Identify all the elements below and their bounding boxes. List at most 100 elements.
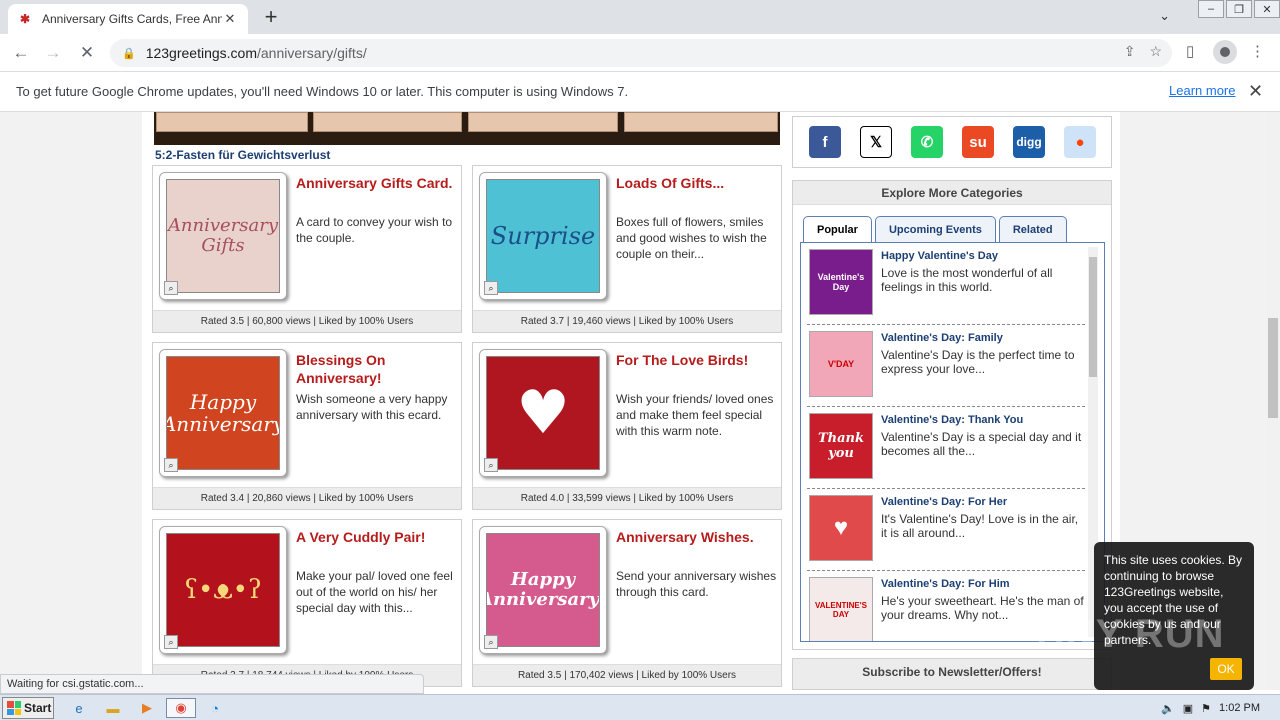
list-thumbnail[interactable]: ♥ xyxy=(809,495,873,561)
card-item[interactable]: ʕ•ᴥ•ʔ ⌕ A Very Cuddly Pair! Make your pal… xyxy=(152,519,462,687)
action-center-flag-icon[interactable]: ⚑ xyxy=(1201,702,1211,715)
ad-banner[interactable] xyxy=(154,112,780,145)
card-stats: Rated 3.4 | 20,860 views | Liked by 100%… xyxy=(153,487,461,509)
list-item-title[interactable]: Valentine's Day: For Him xyxy=(881,578,1010,590)
list-thumbnail[interactable]: Valentine's Day xyxy=(809,249,873,315)
digg-icon[interactable]: digg xyxy=(1013,126,1045,158)
system-tray: 🔈 ▣ ⚑ 1:02 PM xyxy=(1161,695,1280,720)
close-window-icon[interactable]: ✕ xyxy=(1254,0,1280,18)
share-bar: f 𝕏 ✆ su digg ● xyxy=(792,116,1112,168)
explorer-folder-icon[interactable]: ▬ xyxy=(102,698,124,718)
tab-related[interactable]: Related xyxy=(998,216,1067,242)
content-area: 5:2-Fasten für Gewichtsverlust Anniversa… xyxy=(142,112,1120,690)
start-button[interactable]: Start xyxy=(2,697,54,719)
card-title[interactable]: For The Love Birds! xyxy=(616,351,776,369)
card-thumbnail[interactable]: ʕ•ᴥ•ʔ xyxy=(166,533,280,647)
list-thumbnail[interactable]: V'DAY xyxy=(809,331,873,397)
cookie-ok-button[interactable]: OK xyxy=(1210,658,1242,680)
card-thumbnail[interactable]: ♥ xyxy=(486,356,600,470)
card-item[interactable]: Happy Anniversary!⌕ Anniversary Wishes. … xyxy=(472,519,782,687)
card-thumbnail[interactable]: Happy Anniversary! xyxy=(486,533,600,647)
tab-strip: ✱ Anniversary Gifts Cards, Free Anniv ✕ … xyxy=(0,0,1280,34)
card-thumbnail[interactable]: Happy Anniversary xyxy=(166,356,280,470)
explore-heading: Explore More Categories xyxy=(793,181,1111,205)
list-item-title[interactable]: Valentine's Day: For Her xyxy=(881,496,1007,508)
stop-loading-icon[interactable]: ✕ xyxy=(76,42,98,64)
tab-upcoming-events[interactable]: Upcoming Events xyxy=(874,216,996,242)
list-item[interactable]: Valentine's Day Happy Valentine's Day Lo… xyxy=(807,243,1085,325)
card-item[interactable]: Anniversary Gifts ⌕ Anniversary Gifts Car… xyxy=(152,165,462,333)
list-thumbnail[interactable]: Thank you xyxy=(809,413,873,479)
site-favicon-icon: ✱ xyxy=(19,12,31,26)
list-item-title[interactable]: Happy Valentine's Day xyxy=(881,250,998,262)
list-item-title[interactable]: Valentine's Day: Family xyxy=(881,332,1003,344)
list-item[interactable]: ♥ Valentine's Day: For Her It's Valentin… xyxy=(807,489,1085,571)
chrome-taskbar-icon[interactable]: ◉ xyxy=(166,698,196,718)
ie-icon[interactable]: e xyxy=(68,698,90,718)
list-item[interactable]: V'DAY Valentine's Day: Family Valentine'… xyxy=(807,325,1085,407)
browser-tab[interactable]: ✱ Anniversary Gifts Cards, Free Anniv ✕ xyxy=(8,4,248,34)
bookmark-star-icon[interactable]: ☆ xyxy=(1149,43,1162,60)
whatsapp-icon[interactable]: ✆ xyxy=(911,126,943,158)
card-stats: Rated 3.7 | 19,460 views | Liked by 100%… xyxy=(473,310,781,332)
card-title[interactable]: Anniversary Wishes. xyxy=(616,528,776,546)
zoom-icon[interactable]: ⌕ xyxy=(164,458,178,472)
list-item-desc: Love is the most wonderful of all feelin… xyxy=(881,266,1053,294)
list-item-title[interactable]: Valentine's Day: Thank You xyxy=(881,414,1023,426)
menu-kebab-icon[interactable]: ⋮ xyxy=(1250,42,1265,60)
category-tabs: Popular Upcoming Events Related xyxy=(803,216,1070,242)
card-title[interactable]: Loads Of Gifts... xyxy=(616,174,776,192)
card-item[interactable]: Surprise ⌕ Loads Of Gifts... Boxes full o… xyxy=(472,165,782,333)
subscribe-heading[interactable]: Subscribe to Newsletter/Offers! xyxy=(792,658,1112,690)
explore-categories-panel: Explore More Categories Popular Upcoming… xyxy=(792,180,1112,650)
learn-more-link[interactable]: Learn more xyxy=(1169,83,1235,98)
zoom-icon[interactable]: ⌕ xyxy=(164,281,178,295)
banner-caption[interactable]: 5:2-Fasten für Gewichtsverlust xyxy=(155,148,330,162)
list-item-desc: Valentine's Day is a special day and it … xyxy=(881,430,1082,458)
forward-arrow-icon[interactable]: → xyxy=(42,42,64,64)
zoom-icon[interactable]: ⌕ xyxy=(484,458,498,472)
tab-title: Anniversary Gifts Cards, Free Anniv xyxy=(42,12,222,26)
share-icon[interactable]: ⇪ xyxy=(1124,43,1136,60)
card-item[interactable]: ♥ ⌕ For The Love Birds! Wish your friends… xyxy=(472,342,782,510)
side-panel-icon[interactable]: ▯ xyxy=(1186,42,1194,60)
edge-icon[interactable]: ◔ xyxy=(204,698,226,718)
zoom-icon[interactable]: ⌕ xyxy=(484,635,498,649)
list-item-desc: Valentine's Day is the perfect time to e… xyxy=(881,348,1075,376)
reddit-icon[interactable]: ● xyxy=(1064,126,1096,158)
tab-search-icon[interactable]: ⌄ xyxy=(1159,8,1170,24)
facebook-icon[interactable]: f xyxy=(809,126,841,158)
url-text: 123greetings.com/anniversary/gifts/ xyxy=(145,45,367,61)
card-title[interactable]: Blessings On Anniversary! xyxy=(296,351,456,387)
restore-icon[interactable]: ❐ xyxy=(1226,0,1252,18)
card-thumbnail[interactable]: Anniversary Gifts xyxy=(166,179,280,293)
tab-popular[interactable]: Popular xyxy=(803,216,872,242)
page-scrollbar[interactable] xyxy=(1266,112,1280,690)
list-thumbnail[interactable]: VALENTINE'S DAY xyxy=(809,577,873,641)
tab-close-icon[interactable]: ✕ xyxy=(222,11,238,27)
web-page: 5:2-Fasten für Gewichtsverlust Anniversa… xyxy=(0,112,1266,690)
zoom-icon[interactable]: ⌕ xyxy=(164,635,178,649)
card-stats: Rated 4.0 | 33,599 views | Liked by 100%… xyxy=(473,487,781,509)
info-close-icon[interactable]: ✕ xyxy=(1248,81,1263,102)
card-title[interactable]: A Very Cuddly Pair! xyxy=(296,528,456,546)
status-bar: Waiting for csi.gstatic.com... xyxy=(0,674,424,694)
card-title[interactable]: Anniversary Gifts Card. xyxy=(296,174,456,192)
back-arrow-icon[interactable]: ← xyxy=(10,42,32,64)
volume-icon[interactable]: 🔈 xyxy=(1161,702,1175,715)
card-description: Wish someone a very happy anniversary wi… xyxy=(296,392,448,422)
new-tab-button[interactable]: + xyxy=(259,5,283,29)
network-icon[interactable]: ▣ xyxy=(1183,702,1193,715)
windows-logo-icon xyxy=(7,701,21,715)
list-item[interactable]: Thank you Valentine's Day: Thank You Val… xyxy=(807,407,1085,489)
profile-avatar-icon[interactable] xyxy=(1213,40,1237,64)
card-thumbnail[interactable]: Surprise xyxy=(486,179,600,293)
card-item[interactable]: Happy Anniversary ⌕ Blessings On Annivers… xyxy=(152,342,462,510)
media-player-icon[interactable]: ▶ xyxy=(136,698,158,718)
x-twitter-icon[interactable]: 𝕏 xyxy=(860,126,892,158)
zoom-icon[interactable]: ⌕ xyxy=(484,281,498,295)
clock[interactable]: 1:02 PM xyxy=(1219,702,1260,714)
stumbleupon-icon[interactable]: su xyxy=(962,126,994,158)
minimize-icon[interactable]: – xyxy=(1198,0,1224,18)
address-bar[interactable]: 🔒 123greetings.com/anniversary/gifts/ ⇪ … xyxy=(110,39,1172,67)
